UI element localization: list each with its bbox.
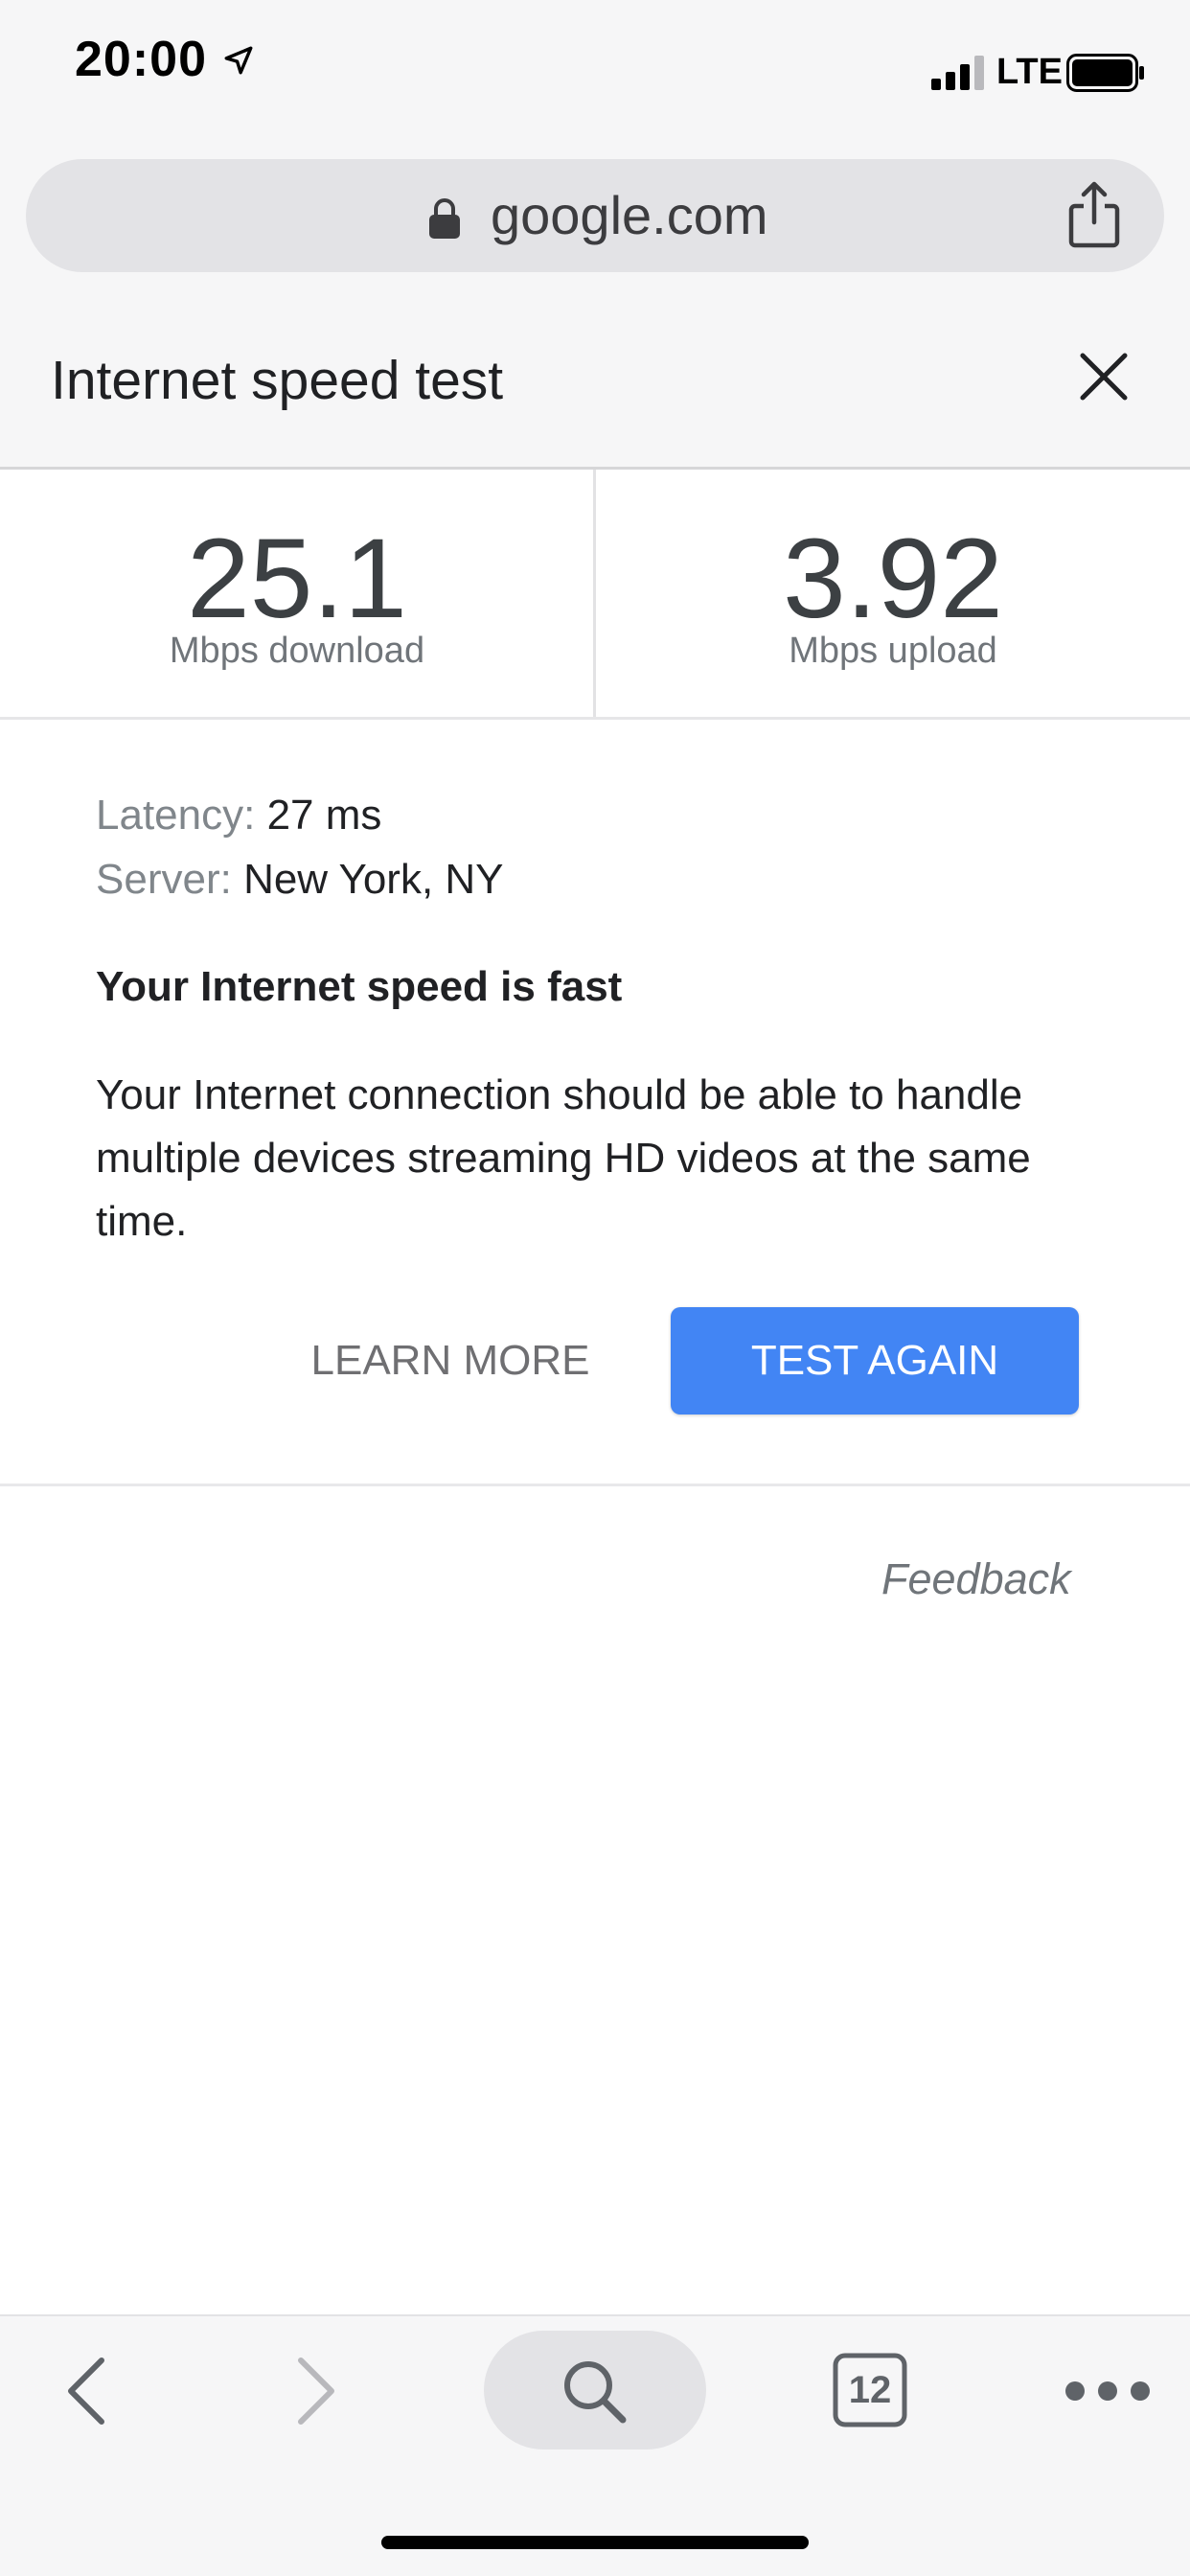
location-arrow-icon (224, 46, 253, 75)
upload-speed-unit: Mbps upload (789, 631, 997, 671)
tab-count[interactable]: 12 (832, 2352, 908, 2428)
download-speed-value: 25.1 (187, 516, 407, 642)
network-label: LTE (996, 52, 1063, 92)
learn-more-button[interactable]: LEARN MORE (287, 1307, 613, 1414)
results-bottom-divider (0, 717, 1190, 720)
download-speed-unit: Mbps download (169, 631, 425, 671)
test-again-button[interactable]: TEST AGAIN (671, 1307, 1079, 1414)
forward-icon[interactable] (289, 2353, 343, 2429)
page-title: Internet speed test (51, 350, 504, 411)
search-icon[interactable] (556, 2353, 632, 2429)
url-text[interactable]: google.com (491, 184, 768, 246)
close-icon[interactable] (1077, 350, 1131, 403)
latency-label: Latency: (96, 792, 256, 839)
content-divider (0, 1484, 1190, 1486)
speed-description: Your Internet connection should be able … (96, 1071, 1031, 1245)
server-value: New York, NY (243, 856, 504, 903)
back-icon[interactable] (59, 2353, 113, 2429)
latency-row: Latency: 27 ms (96, 792, 381, 840)
upload-speed-value: 3.92 (783, 516, 1003, 642)
home-indicator (381, 2536, 809, 2549)
server-label: Server: (96, 856, 232, 903)
server-row: Server: New York, NY (96, 856, 504, 904)
more-icon[interactable] (1064, 2377, 1152, 2405)
signal-bars-icon (931, 56, 984, 90)
status-time: 20:00 (75, 32, 207, 87)
battery-icon (1066, 54, 1144, 92)
latency-value: 27 ms (266, 792, 382, 839)
share-icon[interactable] (1065, 180, 1123, 249)
lock-icon (429, 198, 460, 239)
feedback-link[interactable]: Feedback (881, 1554, 1071, 1604)
speed-headline: Your Internet speed is fast (96, 963, 623, 1010)
